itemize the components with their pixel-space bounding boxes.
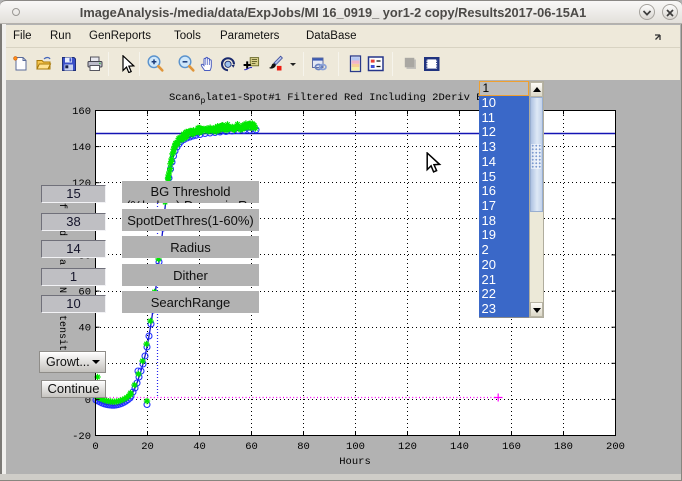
svg-text:60: 60 <box>245 441 258 453</box>
svg-text:160: 160 <box>502 441 521 453</box>
svg-text:80: 80 <box>297 441 310 453</box>
svg-text:100: 100 <box>346 441 365 453</box>
svg-text:0: 0 <box>92 441 98 453</box>
svg-text:20: 20 <box>141 441 154 453</box>
svg-text:Scan6plate1-Spot#1 Filtered Re: Scan6plate1-Spot#1 Filtered Red Includin… <box>169 92 495 106</box>
svg-text:160: 160 <box>72 106 91 118</box>
svg-text:180: 180 <box>554 441 573 453</box>
svg-text:40: 40 <box>193 441 206 453</box>
svg-text:140: 140 <box>450 441 469 453</box>
svg-text:140: 140 <box>72 142 91 154</box>
svg-text:120: 120 <box>398 441 417 453</box>
svg-text:40: 40 <box>78 323 91 335</box>
svg-text:200: 200 <box>606 441 625 453</box>
svg-text:Hours: Hours <box>339 456 371 468</box>
svg-text:-20: -20 <box>72 431 91 443</box>
